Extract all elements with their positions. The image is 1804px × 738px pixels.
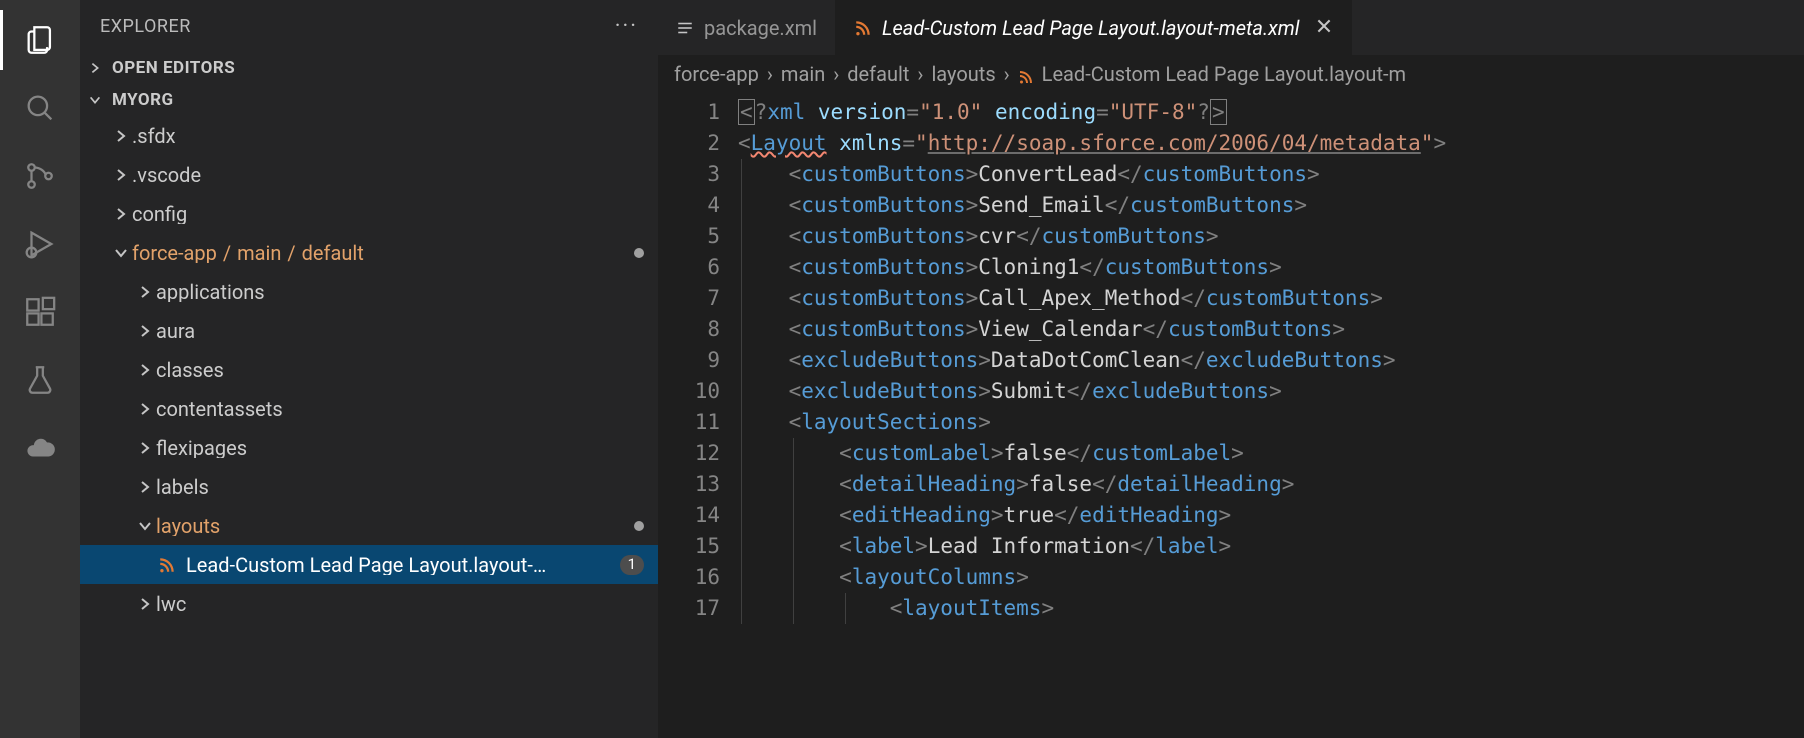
chevron-down-icon	[134, 518, 156, 534]
chevron-right-icon	[134, 479, 156, 495]
tree-folder-lwc[interactable]: lwc	[80, 584, 658, 623]
breadcrumb-seg[interactable]: force-app	[674, 62, 759, 86]
chevron-right-icon	[134, 596, 156, 612]
extensions-icon[interactable]	[0, 282, 80, 342]
breadcrumb[interactable]: force-app› main› default› layouts› Lead-…	[658, 55, 1804, 93]
rss-icon	[854, 19, 872, 37]
chevron-right-icon	[134, 323, 156, 339]
chevron-right-icon	[134, 284, 156, 300]
tree-file-layout[interactable]: Lead-Custom Lead Page Layout.layout-…1	[80, 545, 658, 584]
tree-folder-aura[interactable]: aura	[80, 311, 658, 350]
tree-folder-layouts[interactable]: layouts	[80, 506, 658, 545]
file-tree: .sfdx .vscode config force-app / main / …	[80, 116, 658, 623]
source-control-icon[interactable]	[0, 146, 80, 206]
tab-layout[interactable]: Lead-Custom Lead Page Layout.layout-meta…	[836, 0, 1352, 55]
line-number-gutter: 1234567891011121314151617	[658, 93, 738, 738]
chevron-right-icon	[134, 440, 156, 456]
tab-package-label: package.xml	[704, 16, 817, 40]
explorer-icon[interactable]	[0, 10, 80, 70]
run-debug-icon[interactable]	[0, 214, 80, 274]
modified-dot-icon	[634, 248, 644, 258]
section-folder[interactable]: MYORG	[80, 84, 658, 116]
activity-bar	[0, 0, 80, 738]
chevron-right-icon	[134, 362, 156, 378]
modified-dot-icon	[634, 521, 644, 531]
chevron-right-icon	[134, 401, 156, 417]
chevron-down-icon	[110, 245, 132, 261]
tree-folder-contentassets[interactable]: contentassets	[80, 389, 658, 428]
tree-folder-classes[interactable]: classes	[80, 350, 658, 389]
tree-folder-applications[interactable]: applications	[80, 272, 658, 311]
chevron-right-icon	[110, 167, 132, 183]
tab-bar: package.xml Lead-Custom Lead Page Layout…	[658, 0, 1804, 55]
sidebar-more-icon[interactable]: ···	[615, 14, 638, 39]
rss-icon	[158, 556, 176, 574]
lines-icon	[676, 19, 694, 37]
chevron-right-icon	[110, 206, 132, 222]
tree-folder-sfdx[interactable]: .sfdx	[80, 116, 658, 155]
problems-badge: 1	[620, 555, 644, 575]
tree-folder-config[interactable]: config	[80, 194, 658, 233]
tab-layout-label: Lead-Custom Lead Page Layout.layout-meta…	[882, 16, 1299, 40]
rss-icon	[1018, 66, 1034, 82]
close-icon[interactable]	[1315, 16, 1333, 40]
section-open-editors-label: OPEN EDITORS	[112, 58, 235, 78]
tree-folder-vscode[interactable]: .vscode	[80, 155, 658, 194]
code-editor[interactable]: 1234567891011121314151617 <?xml version=…	[658, 93, 1804, 738]
salesforce-cloud-icon[interactable]	[0, 418, 80, 478]
search-icon[interactable]	[0, 78, 80, 138]
editor-group: package.xml Lead-Custom Lead Page Layout…	[658, 0, 1804, 738]
breadcrumb-seg[interactable]: Lead-Custom Lead Page Layout.layout-m	[1042, 62, 1406, 86]
explorer-sidebar: EXPLORER ··· OPEN EDITORS MYORG .sfdx .v…	[80, 0, 658, 738]
breadcrumb-seg[interactable]: layouts	[931, 62, 995, 86]
sidebar-title: EXPLORER	[100, 16, 191, 37]
tree-folder-forceapp[interactable]: force-app / main / default	[80, 233, 658, 272]
tree-folder-flexipages[interactable]: flexipages	[80, 428, 658, 467]
breadcrumb-seg[interactable]: main	[781, 62, 825, 86]
section-open-editors[interactable]: OPEN EDITORS	[80, 52, 658, 84]
breadcrumb-seg[interactable]: default	[847, 62, 909, 86]
tree-folder-labels[interactable]: labels	[80, 467, 658, 506]
testing-icon[interactable]	[0, 350, 80, 410]
tab-package[interactable]: package.xml	[658, 0, 836, 55]
chevron-right-icon	[110, 128, 132, 144]
section-folder-label: MYORG	[112, 90, 174, 110]
code-content[interactable]: <?xml version="1.0" encoding="UTF-8"?><L…	[738, 93, 1804, 738]
